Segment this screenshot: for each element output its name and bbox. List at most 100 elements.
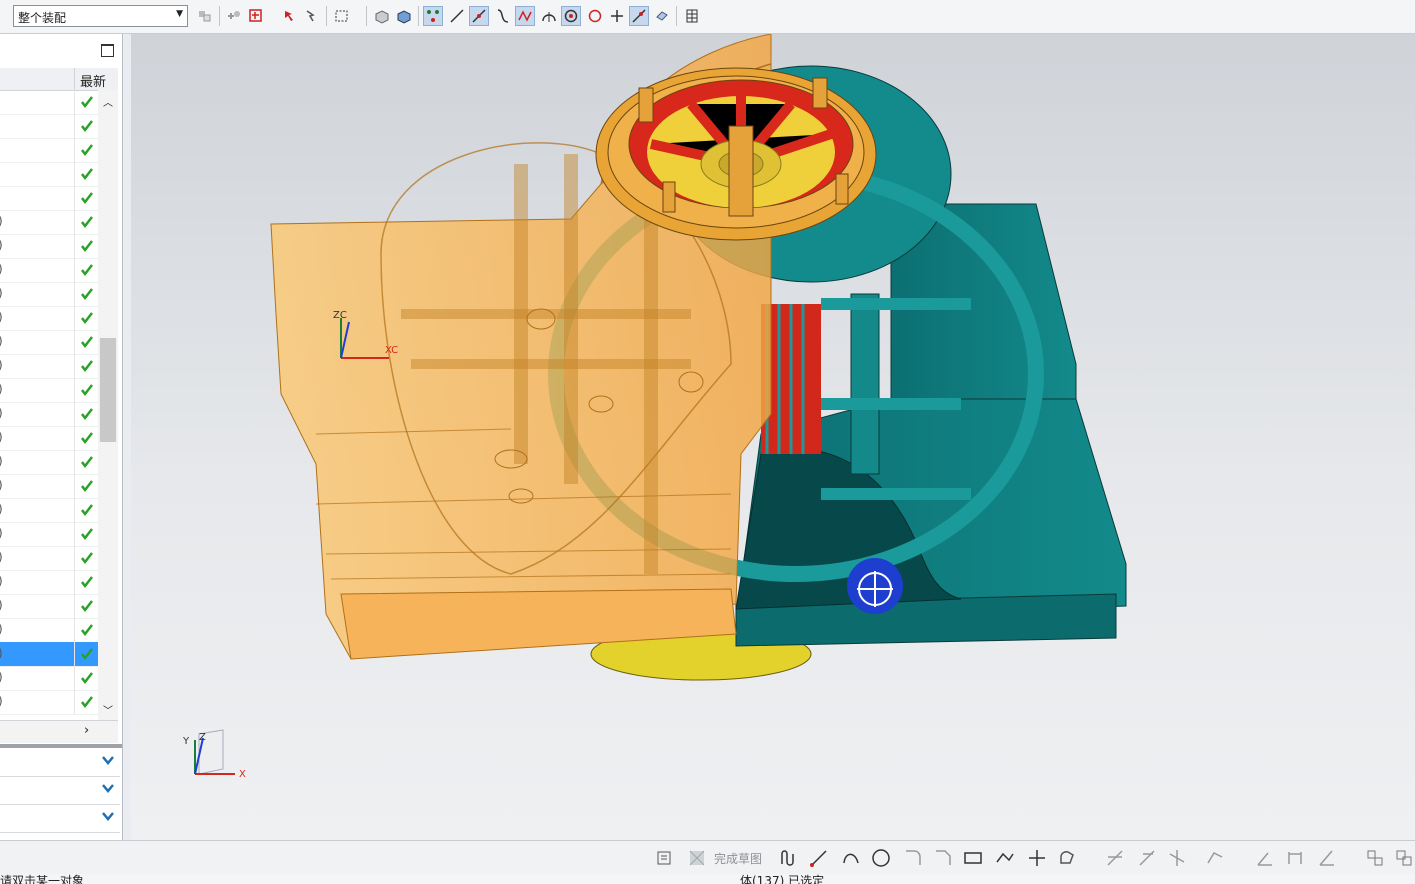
graphics-window[interactable]: ZC XC Y Z X <box>131 34 1415 840</box>
navigator-row[interactable] <box>0 114 98 139</box>
check-icon <box>81 552 93 565</box>
navigator-row[interactable]: ) <box>0 282 98 307</box>
check-icon <box>81 432 93 445</box>
fillet-icon[interactable] <box>902 847 924 869</box>
box-select-icon[interactable] <box>332 6 352 26</box>
navigator-row[interactable]: ) <box>0 618 98 643</box>
sketch-icon[interactable] <box>654 847 676 869</box>
quick-extend-icon[interactable] <box>1136 847 1158 869</box>
circle-icon[interactable] <box>870 847 892 869</box>
chamfer-icon[interactable] <box>932 847 954 869</box>
navigator-row[interactable]: ) <box>0 426 98 451</box>
navigator-row[interactable]: ) <box>0 498 98 523</box>
arc-icon[interactable] <box>840 847 862 869</box>
chevron-down-icon[interactable] <box>100 752 116 768</box>
existing-point-icon[interactable] <box>585 6 605 26</box>
display-constraints-icon[interactable] <box>1364 847 1386 869</box>
scroll-down-icon[interactable]: ﹀ <box>103 702 113 717</box>
intersection-icon[interactable] <box>493 6 513 26</box>
csys-z-label: ZC <box>333 310 347 321</box>
finish-sketch-label[interactable]: 完成草图 <box>714 850 762 867</box>
offset-curve-icon[interactable] <box>1056 847 1078 869</box>
bounded-grid-icon[interactable] <box>652 6 672 26</box>
top-selection-toolbar: 整个装配 ▼ <box>0 0 1415 34</box>
navigator-vertical-scrollbar[interactable]: ︿ ﹀ <box>98 90 118 720</box>
midpoint-snap-icon[interactable] <box>447 6 467 26</box>
navigator-row[interactable]: ) <box>0 210 98 235</box>
check-icon <box>81 120 93 133</box>
navigator-row[interactable] <box>0 138 98 163</box>
navigator-row[interactable]: ) <box>0 306 98 331</box>
view-body-icon[interactable] <box>372 6 392 26</box>
linear-dimension-icon[interactable] <box>1284 847 1306 869</box>
check-icon <box>81 624 93 637</box>
check-icon <box>81 576 93 589</box>
point-on-surface-icon[interactable] <box>629 6 649 26</box>
quick-trim-icon[interactable] <box>1104 847 1126 869</box>
selection-scope-icon[interactable] <box>246 6 266 26</box>
maximize-icon[interactable] <box>101 44 114 57</box>
profile-icon[interactable] <box>778 847 800 869</box>
endpoint-snap-icon[interactable] <box>423 6 443 26</box>
rectangle-select-icon[interactable] <box>302 6 322 26</box>
quadrant-point-icon[interactable] <box>539 6 559 26</box>
assembly-navigator: 最新 ))))))))))))))))))))) ︿ ﹀ › <box>0 34 123 840</box>
geometric-constraint-icon[interactable] <box>1204 847 1226 869</box>
select-region-icon[interactable] <box>280 6 300 26</box>
column-latest-label[interactable]: 最新 <box>80 71 106 90</box>
chevron-down-icon[interactable] <box>100 780 116 796</box>
navigator-section-2[interactable] <box>0 778 120 805</box>
finish-sketch-icon[interactable] <box>686 847 708 869</box>
scroll-thumb[interactable] <box>100 338 116 442</box>
navigator-row[interactable]: ) <box>0 450 98 475</box>
csys-x-label: XC <box>385 345 398 356</box>
rectangle-icon[interactable] <box>962 847 984 869</box>
navigator-row[interactable]: ) <box>0 330 98 355</box>
table-icon[interactable] <box>682 6 702 26</box>
navigator-section-1[interactable] <box>0 750 120 777</box>
navigator-row[interactable]: ) <box>0 354 98 379</box>
navigator-row[interactable]: ) <box>0 642 98 667</box>
navigator-row[interactable]: ) <box>0 570 98 595</box>
navigator-row[interactable] <box>0 90 98 115</box>
point-icon[interactable] <box>1026 847 1048 869</box>
shaded-body-icon[interactable] <box>394 6 414 26</box>
navigator-row[interactable]: ) <box>0 522 98 547</box>
chevron-down-icon[interactable] <box>100 808 116 824</box>
more-icon[interactable] <box>1393 847 1415 869</box>
make-corner-icon[interactable] <box>1166 847 1188 869</box>
check-icon <box>81 384 93 397</box>
navigator-row[interactable] <box>0 186 98 211</box>
line-icon[interactable] <box>808 847 830 869</box>
check-icon <box>81 360 93 373</box>
check-icon <box>81 336 93 349</box>
control-point-icon[interactable] <box>469 6 489 26</box>
navigator-row[interactable]: ) <box>0 378 98 403</box>
selection-scope-dropdown[interactable]: 整个装配 ▼ <box>13 5 188 27</box>
angular-dimension-icon[interactable] <box>1316 847 1338 869</box>
navigator-row[interactable]: ) <box>0 690 98 715</box>
tangent-point-icon[interactable] <box>561 6 581 26</box>
navigator-row[interactable]: ) <box>0 258 98 283</box>
point-on-curve-icon[interactable] <box>607 6 627 26</box>
snap-point-icon[interactable] <box>224 6 244 26</box>
check-icon <box>81 240 93 253</box>
navigator-horizontal-scrollbar[interactable]: › <box>0 720 118 743</box>
general-selection-icon[interactable] <box>195 6 215 26</box>
scroll-up-icon[interactable]: ︿ <box>103 94 113 109</box>
navigator-row[interactable]: ) <box>0 666 98 691</box>
navigator-section-3[interactable] <box>0 806 120 833</box>
navigator-row[interactable]: ) <box>0 594 98 619</box>
check-icon <box>81 288 93 301</box>
navigator-row[interactable]: ) <box>0 402 98 427</box>
navigator-row[interactable] <box>0 162 98 187</box>
check-icon <box>81 456 93 469</box>
rapid-dimension-icon[interactable] <box>1254 847 1276 869</box>
scroll-right-icon[interactable]: › <box>84 723 89 738</box>
arc-center-icon[interactable] <box>515 6 535 26</box>
check-icon <box>81 696 93 709</box>
navigator-row[interactable]: ) <box>0 546 98 571</box>
navigator-row[interactable]: ) <box>0 474 98 499</box>
polygon-icon[interactable] <box>994 847 1016 869</box>
navigator-row[interactable]: ) <box>0 234 98 259</box>
